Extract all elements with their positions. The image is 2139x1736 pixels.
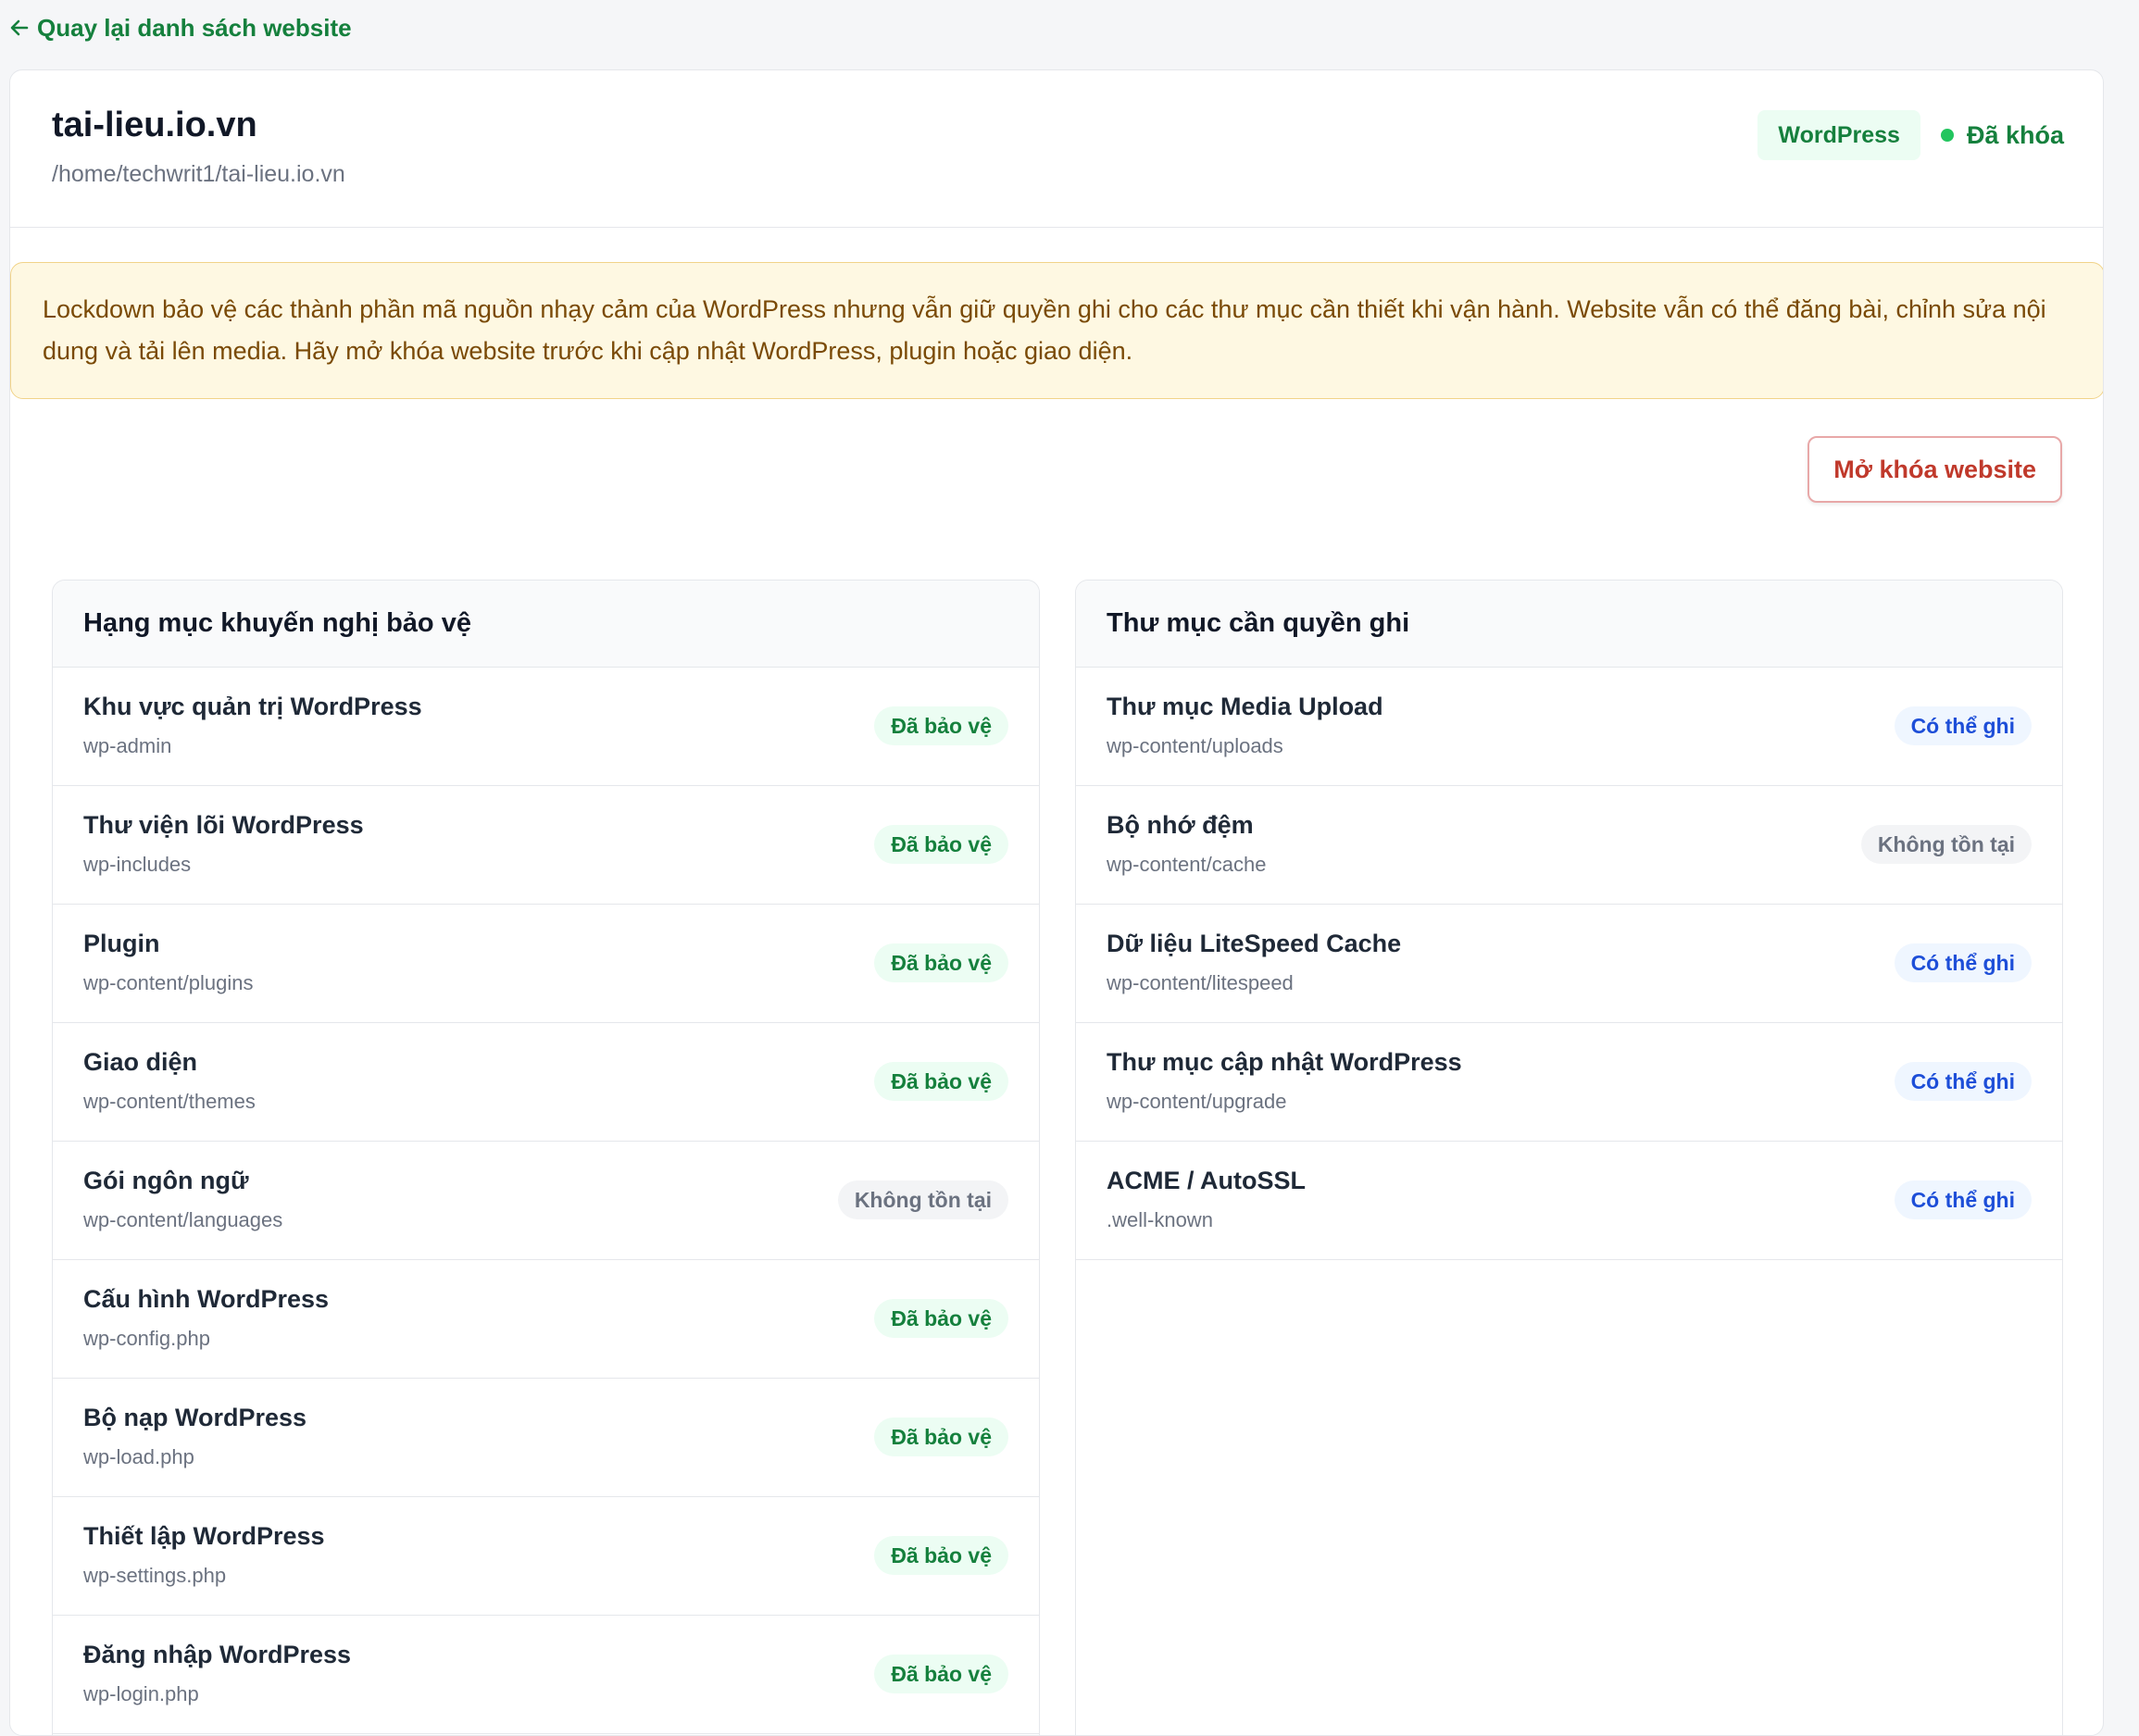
status-badge: Có thể ghi: [1894, 943, 2032, 982]
lock-status-label: Đã khóa: [1966, 120, 2064, 149]
protected-items-list: Khu vực quản trị WordPress wp-admin Đã bảo…: [53, 668, 1039, 1734]
item-title: Giao diện: [83, 1048, 198, 1076]
item-title: Đăng nhập WordPress: [83, 1641, 352, 1668]
status-dot-icon: [1940, 129, 1954, 142]
back-link-label: Quay lại danh sách website: [37, 13, 352, 42]
list-item: Giao diện wp-content/themes Đã bảo vệ: [53, 1023, 1039, 1142]
list-item: Thư mục Media Upload wp-content/uploads Có…: [1076, 668, 2062, 786]
arrow-left-icon: [9, 18, 30, 38]
status-badge: Đã bảo vệ: [874, 1418, 1008, 1456]
lock-status: Đã khóa: [1940, 120, 2064, 150]
status-badge: Đã bảo vệ: [874, 1299, 1008, 1338]
writable-folders-list: Thư mục Media Upload wp-content/uploads Có…: [1076, 668, 2062, 1260]
website-lockdown-card: tai-lieu.io.vn /home/techwrit1/tai-lieu.…: [9, 69, 2104, 1736]
item-path: wp-content/litespeed: [1107, 971, 1294, 994]
list-item: Thư mục cập nhật WordPress wp-content/upg…: [1076, 1023, 2062, 1142]
site-status-group: WordPress Đã khóa: [1757, 110, 2064, 160]
status-badge: Có thể ghi: [1894, 1062, 2032, 1101]
item-path: wp-load.php: [83, 1445, 194, 1468]
item-title: Thư mục Media Upload: [1107, 693, 1383, 720]
status-badge: Không tồn tại: [837, 1180, 1008, 1219]
item-path: wp-settings.php: [83, 1564, 227, 1587]
item-path: wp-login.php: [83, 1682, 199, 1705]
list-item: Dữ liệu LiteSpeed Cache wp-content/litesp…: [1076, 905, 2062, 1023]
item-path: wp-content/themes: [83, 1090, 256, 1113]
unlock-website-button[interactable]: Mở khóa website: [1808, 436, 2062, 503]
item-title: Thư mục cập nhật WordPress: [1107, 1048, 1462, 1076]
platform-badge: WordPress: [1757, 110, 1920, 160]
item-title: Bộ nhớ đệm: [1107, 811, 1254, 839]
item-title: Cấu hình WordPress: [83, 1285, 330, 1313]
status-badge: Đã bảo vệ: [874, 943, 1008, 982]
site-header: tai-lieu.io.vn /home/techwrit1/tai-lieu.…: [10, 70, 2103, 228]
site-title: tai-lieu.io.vn: [52, 106, 257, 144]
item-title: Dữ liệu LiteSpeed Cache: [1107, 930, 1402, 957]
status-badge: Có thể ghi: [1894, 1180, 2032, 1219]
item-title: Bộ nạp WordPress: [83, 1404, 307, 1431]
status-badge: Đã bảo vệ: [874, 1062, 1008, 1101]
list-item: Gói ngôn ngữ wp-content/languages Không tồ…: [53, 1142, 1039, 1260]
item-title: Thư viện lõi WordPress: [83, 811, 364, 839]
status-badge: Có thể ghi: [1894, 706, 2032, 745]
item-title: Khu vực quản trị WordPress: [83, 693, 422, 720]
status-badge: Đã bảo vệ: [874, 706, 1008, 745]
status-badge: Đã bảo vệ: [874, 1655, 1008, 1693]
item-path: wp-admin: [83, 734, 172, 757]
list-item: ACME / AutoSSL .well-known Có thể ghi: [1076, 1142, 2062, 1260]
list-item: Bộ nhớ đệm wp-content/cache Không tồn tại: [1076, 786, 2062, 905]
item-title: Thiết lập WordPress: [83, 1522, 325, 1550]
protected-items-panel: Hạng mục khuyến nghị bảo vệ Khu vực quản…: [52, 580, 1040, 1735]
status-badge: Đã bảo vệ: [874, 1536, 1008, 1575]
list-item: Đăng nhập WordPress wp-login.php Đã bảo vệ: [53, 1616, 1039, 1734]
list-item: Cấu hình WordPress wp-config.php Đã bảo vệ: [53, 1260, 1039, 1379]
item-path: wp-content/plugins: [83, 971, 254, 994]
list-item: Plugin wp-content/plugins Đã bảo vệ: [53, 905, 1039, 1023]
item-path: wp-content/uploads: [1107, 734, 1283, 757]
back-to-website-list-link[interactable]: Quay lại danh sách website: [9, 11, 352, 44]
list-item: Bộ nạp WordPress wp-load.php Đã bảo vệ: [53, 1379, 1039, 1497]
item-path: wp-content/upgrade: [1107, 1090, 1287, 1113]
item-path: wp-content/languages: [83, 1208, 283, 1231]
item-path: wp-content/cache: [1107, 853, 1267, 876]
item-path: .well-known: [1107, 1208, 1213, 1231]
item-path: wp-includes: [83, 853, 192, 876]
list-item: Thư viện lõi WordPress wp-includes Đã bảo …: [53, 786, 1039, 905]
item-title: Plugin: [83, 930, 160, 957]
site-path: /home/techwrit1/tai-lieu.io.vn: [52, 161, 345, 187]
list-item: Khu vực quản trị WordPress wp-admin Đã bảo…: [53, 668, 1039, 786]
protected-panel-title: Hạng mục khuyến nghị bảo vệ: [53, 581, 1039, 668]
writable-panel-title: Thư mục cần quyền ghi: [1076, 581, 2062, 668]
lockdown-notice: Lockdown bảo vệ các thành phần mã nguồn …: [10, 262, 2103, 399]
status-badge: Không tồn tại: [1860, 825, 2032, 864]
status-badge: Đã bảo vệ: [874, 825, 1008, 864]
item-path: wp-config.php: [83, 1327, 210, 1350]
list-item: Thiết lập WordPress wp-settings.php Đã bảo…: [53, 1497, 1039, 1616]
item-title: ACME / AutoSSL: [1107, 1167, 1306, 1194]
writable-folders-panel: Thư mục cần quyền ghi Thư mục Media Uplo…: [1075, 580, 2063, 1735]
item-title: Gói ngôn ngữ: [83, 1167, 249, 1194]
